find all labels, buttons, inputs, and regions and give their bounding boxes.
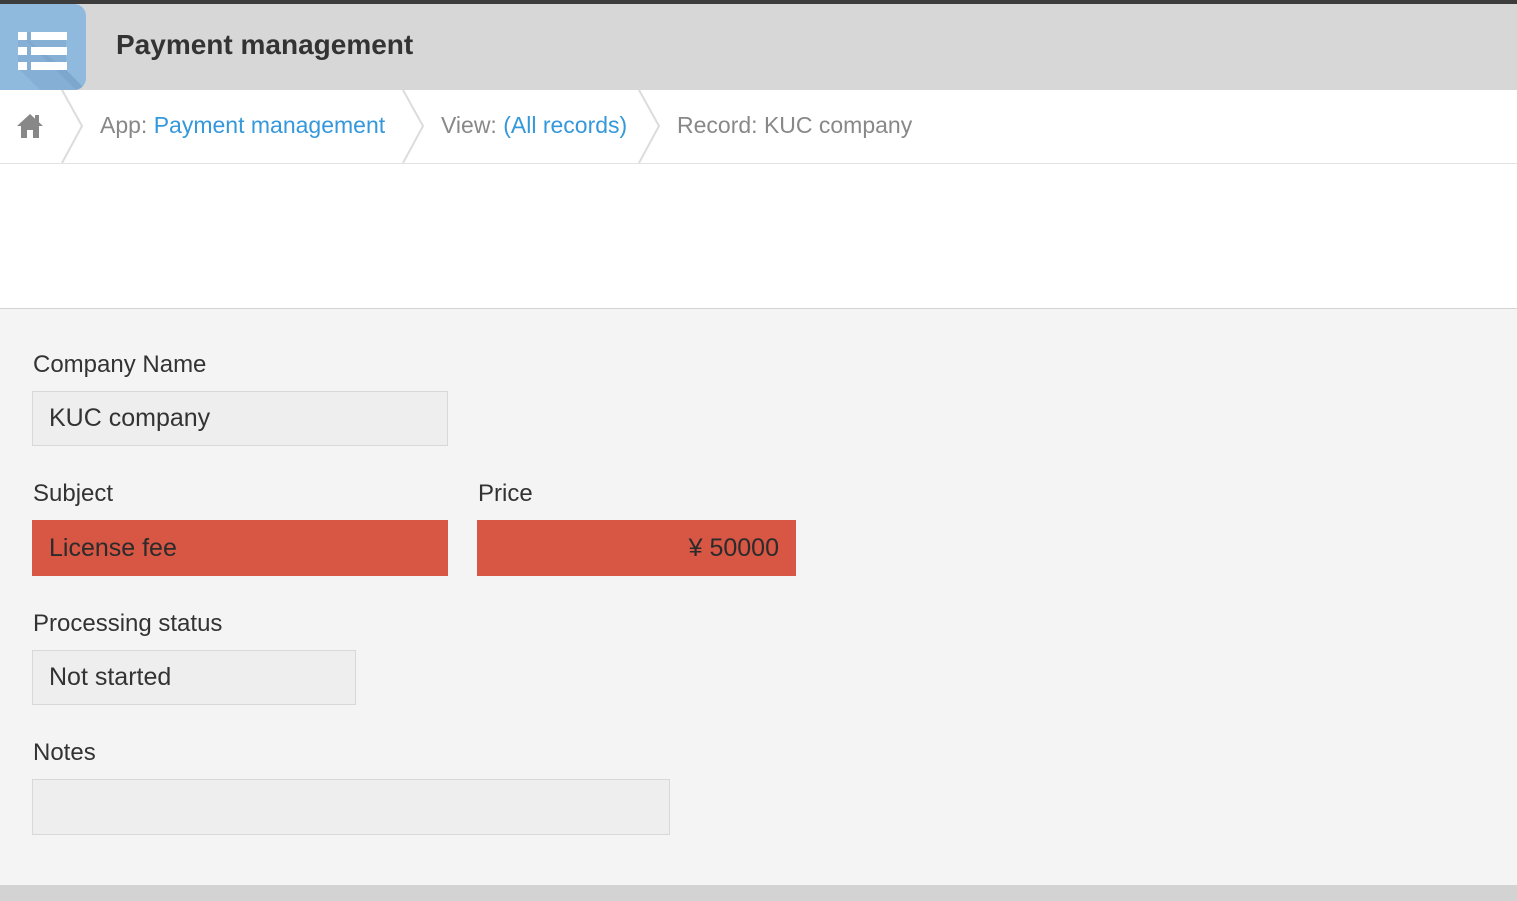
price-label: Price (478, 480, 533, 507)
notes-field[interactable] (32, 779, 670, 835)
breadcrumb-separator (402, 90, 425, 163)
breadcrumb-separator (61, 90, 84, 163)
list-icon (18, 32, 86, 90)
breadcrumb-app: App: Payment management (100, 112, 385, 139)
home-icon[interactable] (14, 110, 46, 142)
processing-status-field[interactable]: Not started (32, 650, 356, 705)
breadcrumb-view-link[interactable]: (All records) (503, 112, 627, 138)
processing-status-label: Processing status (33, 610, 223, 637)
notes-label: Notes (33, 739, 96, 766)
breadcrumb-record-name: KUC company (763, 112, 913, 138)
breadcrumb-separator (638, 90, 661, 163)
breadcrumb-view: View: (All records) (441, 112, 627, 139)
breadcrumb-app-prefix: App: (100, 112, 154, 138)
breadcrumb-record: Record: KUC company (677, 112, 912, 139)
price-field[interactable]: ¥ 50000 (477, 520, 796, 576)
company-name-label: Company Name (33, 351, 207, 378)
toolbar-area (0, 164, 1517, 309)
breadcrumb-app-link[interactable]: Payment management (154, 112, 385, 138)
app-icon[interactable] (0, 4, 86, 90)
company-name-field[interactable]: KUC company (32, 391, 448, 446)
subject-label: Subject (33, 480, 114, 507)
breadcrumb: App: Payment management View: (All recor… (0, 90, 1517, 164)
breadcrumb-record-prefix: Record: (677, 112, 764, 138)
subject-field[interactable]: License fee (32, 520, 448, 576)
breadcrumb-view-prefix: View: (441, 112, 504, 138)
bottom-bar (0, 885, 1517, 901)
app-title: Payment management (116, 29, 414, 60)
